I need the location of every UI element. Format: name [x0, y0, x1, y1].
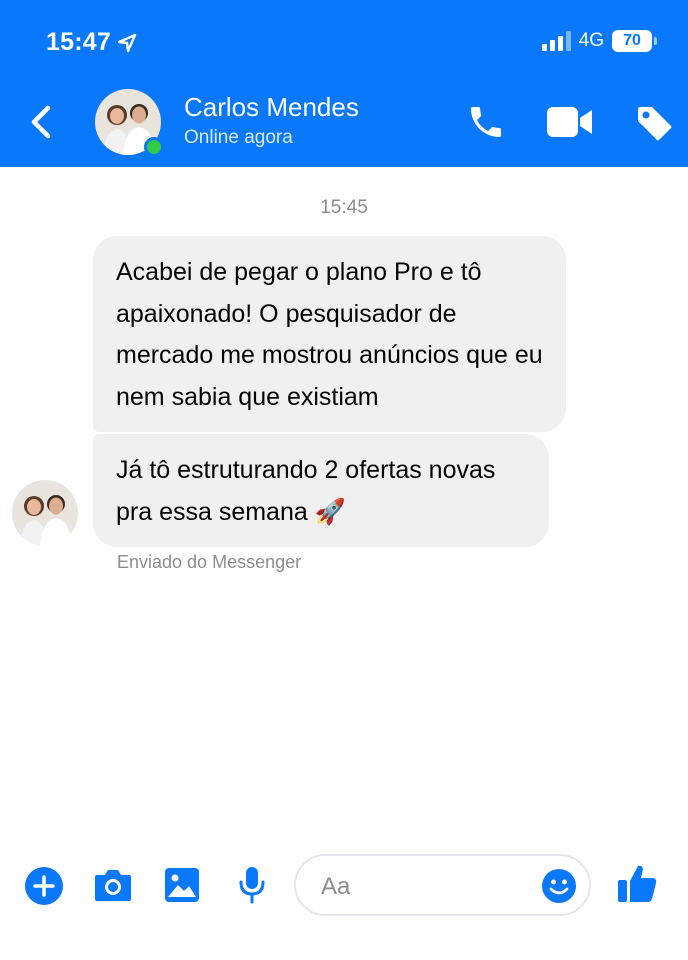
status-time-text: 15:47 [46, 28, 111, 56]
message-input-placeholder: Aa [321, 873, 351, 900]
contact-name[interactable]: Carlos Mendes [184, 92, 359, 123]
status-time: 15:47 [46, 28, 137, 57]
chat-header: 15:47 4G 70 Carlos Mendes Online agora [0, 0, 688, 167]
emoji-icon[interactable] [541, 868, 577, 904]
battery-icon: 70 [612, 30, 657, 52]
tag-icon[interactable] [634, 103, 674, 143]
signal-icon [541, 31, 571, 51]
phone-icon[interactable] [466, 102, 506, 142]
online-status-dot [144, 137, 164, 157]
video-camera-icon[interactable] [546, 104, 594, 140]
location-arrow-icon [117, 33, 137, 52]
battery-level: 70 [623, 32, 641, 49]
message-bubble[interactable]: Acabei de pegar o plano Pro e tô apaixon… [93, 236, 566, 432]
message-timestamp: 15:45 [320, 197, 368, 218]
message-bubble[interactable]: Já tô estruturando 2 ofertas novas pra e… [93, 434, 549, 547]
back-chevron-icon[interactable] [26, 102, 56, 142]
status-indicators: 4G 70 [541, 30, 657, 52]
microphone-icon[interactable] [238, 865, 266, 905]
image-icon[interactable] [164, 867, 200, 903]
sender-avatar[interactable] [12, 480, 78, 546]
contact-status: Online agora [184, 127, 293, 148]
thumbs-up-icon[interactable] [616, 862, 658, 904]
camera-icon[interactable] [93, 867, 133, 903]
plus-icon[interactable] [24, 866, 64, 906]
message-input[interactable]: Aa [294, 854, 591, 916]
network-label: 4G [578, 30, 604, 51]
sent-from-messenger-note: Enviado do Messenger [117, 552, 302, 572]
